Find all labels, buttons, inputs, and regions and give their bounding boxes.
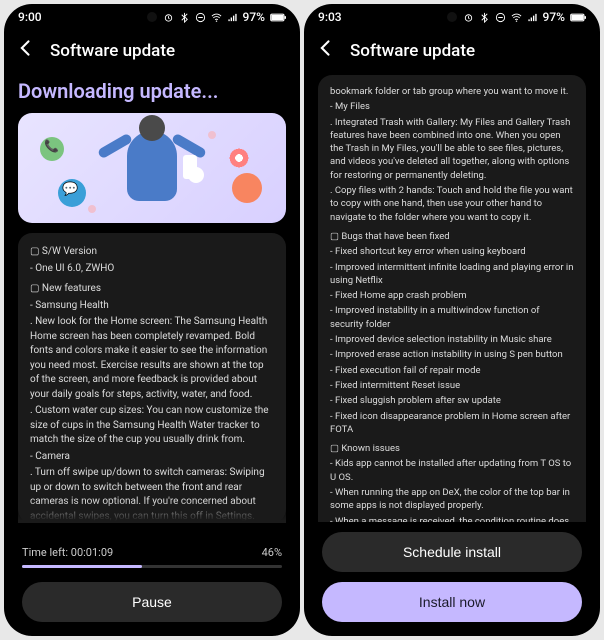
chevron-left-icon xyxy=(316,38,336,58)
wifi-icon xyxy=(211,12,222,23)
feature-title: - Samsung Health xyxy=(30,299,274,314)
status-time: 9:00 xyxy=(18,10,42,24)
release-notes[interactable]: ▢ S/W Version - One UI 6.0, ZWHO ▢ New f… xyxy=(18,233,286,523)
sw-version-label: ▢ S/W Version xyxy=(30,245,274,260)
signal-icon xyxy=(527,12,538,23)
download-footer: Time left: 00:01:09 46% Pause xyxy=(4,536,300,636)
bugs-label: ▢ Bugs that have been fixed xyxy=(330,230,574,243)
header: Software update xyxy=(304,30,600,71)
bug-item: - Improved instability in a multiwindow … xyxy=(330,304,574,331)
bug-item: - Fixed icon disappearance problem in Ho… xyxy=(330,410,574,437)
new-features-label: ▢ New features xyxy=(30,282,274,297)
time-left: Time left: 00:01:09 xyxy=(22,546,113,559)
known-issue-item: - Kids app cannot be installed after upd… xyxy=(330,457,574,484)
content-area: Downloading update... ▢ S/W Version - On… xyxy=(4,71,300,536)
signal-icon xyxy=(227,12,238,23)
pause-button[interactable]: Pause xyxy=(22,582,282,622)
install-footer: Schedule install Install now xyxy=(304,522,600,636)
progress-fill xyxy=(22,565,142,568)
feature-text: . Copy files with 2 hands: Touch and hol… xyxy=(330,184,574,224)
battery-percent: 97% xyxy=(243,10,265,24)
install-now-button[interactable]: Install now xyxy=(322,582,582,622)
feature-text: . Custom water cup sizes: You can now cu… xyxy=(30,404,274,448)
back-button[interactable] xyxy=(16,38,36,63)
dnd-icon xyxy=(195,12,206,23)
battery-percent: 97% xyxy=(543,10,565,24)
dnd-icon xyxy=(495,12,506,23)
known-issues-label: ▢ Known issues xyxy=(330,442,574,455)
chevron-left-icon xyxy=(16,38,36,58)
bug-item: - Fixed intermittent Reset issue xyxy=(330,379,574,392)
feature-text: bookmark folder or tab group where you w… xyxy=(330,85,574,98)
progress-percent: 46% xyxy=(262,546,282,559)
battery-icon xyxy=(270,12,286,23)
feature-text: . Integrated Trash with Gallery: My File… xyxy=(330,116,574,182)
page-title: Software update xyxy=(50,41,175,61)
bluetooth-icon xyxy=(179,12,190,23)
bug-item: - Improved device selection instability … xyxy=(330,333,574,346)
alarm-icon xyxy=(463,12,474,23)
bluetooth-icon xyxy=(479,12,490,23)
bug-item: - Fixed shortcut key error when using ke… xyxy=(330,245,574,258)
bug-item: - Fixed execution fail of repair mode xyxy=(330,364,574,377)
known-issue-item: - When running the app on DeX, the color… xyxy=(330,486,574,513)
phone-right: 9:03 97% Software update bookmark folder… xyxy=(304,4,600,636)
content-area: bookmark folder or tab group where you w… xyxy=(304,71,600,522)
feature-text: . New look for the Home screen: The Sams… xyxy=(30,315,274,402)
camera-notch xyxy=(147,12,157,22)
known-issue-item: - When a message is received, the condit… xyxy=(330,515,574,522)
bug-item: - Fixed Home app crash problem xyxy=(330,289,574,302)
download-heading: Downloading update... xyxy=(18,79,286,103)
battery-icon xyxy=(570,12,586,23)
camera-notch xyxy=(447,12,457,22)
header: Software update xyxy=(4,30,300,71)
alarm-icon xyxy=(163,12,174,23)
phone-left: 9:00 97% Software update Downloading upd… xyxy=(4,4,300,636)
bug-item: - Fixed sluggish problem after sw update xyxy=(330,394,574,407)
page-title: Software update xyxy=(350,41,475,61)
status-time: 9:03 xyxy=(318,10,342,24)
feature-text: . Turn off swipe up/down to switch camer… xyxy=(30,466,274,523)
feature-title: - Camera xyxy=(30,450,274,465)
feature-title: - My Files xyxy=(330,100,574,113)
progress-bar[interactable] xyxy=(22,565,282,568)
sw-version-value: - One UI 6.0, ZWHO xyxy=(30,262,274,277)
release-notes[interactable]: bookmark folder or tab group where you w… xyxy=(318,75,586,522)
bug-item: - Improved intermittent infinite loading… xyxy=(330,261,574,288)
update-illustration xyxy=(18,113,286,223)
back-button[interactable] xyxy=(316,38,336,63)
schedule-install-button[interactable]: Schedule install xyxy=(322,532,582,572)
wifi-icon xyxy=(511,12,522,23)
bug-item: - Improved erase action instability in u… xyxy=(330,348,574,361)
